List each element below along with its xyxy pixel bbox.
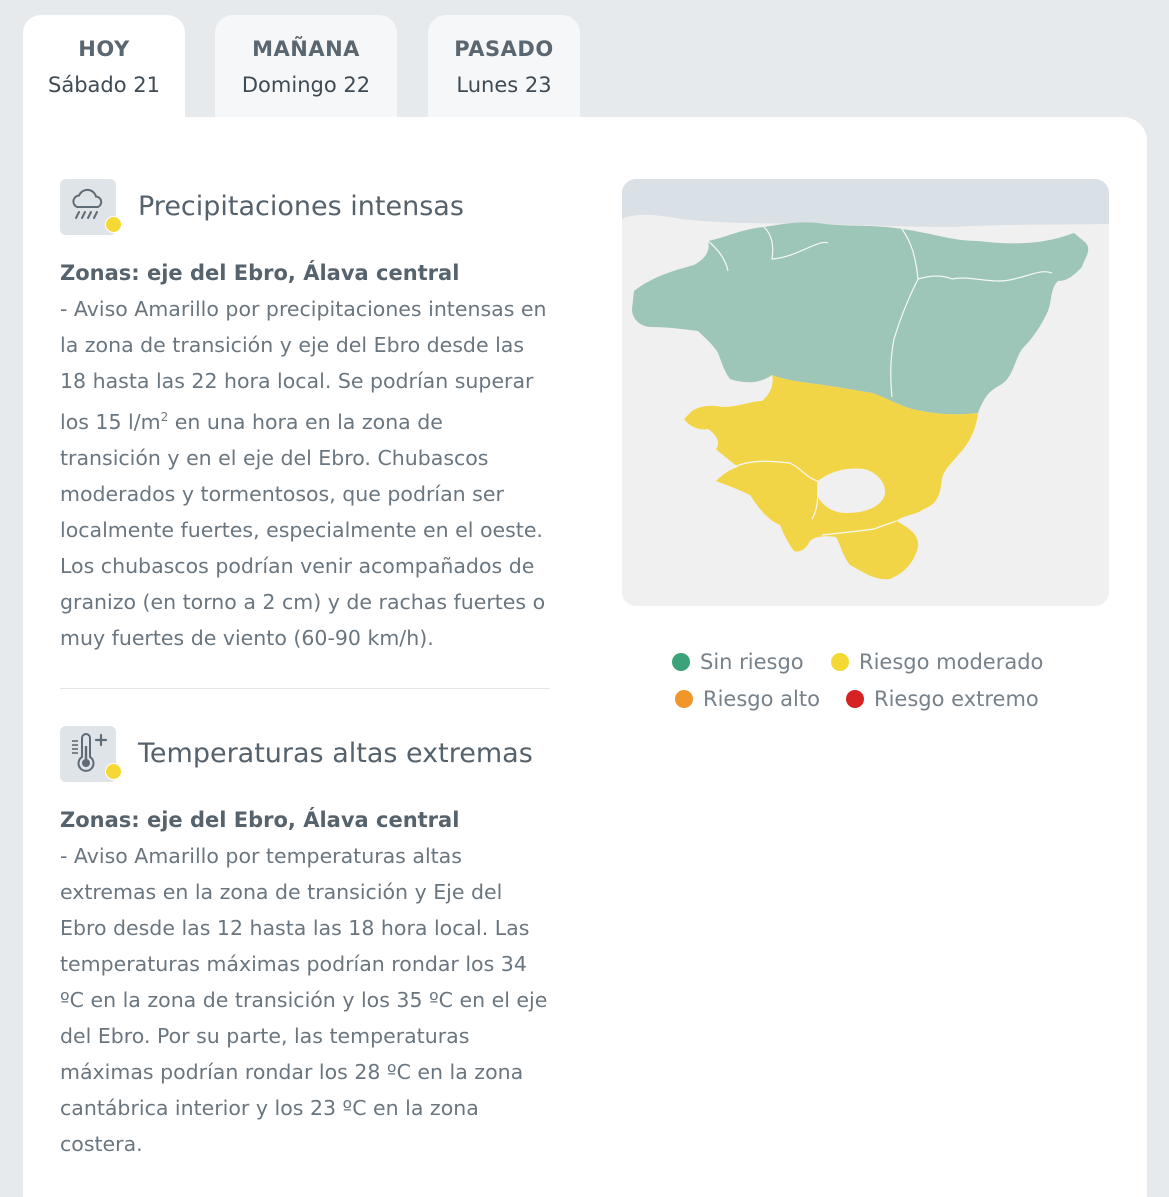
tab-hoy[interactable]: HOY Sábado 21 bbox=[23, 15, 185, 118]
warning-description-part-2: en una hora en la zona de transición y e… bbox=[60, 409, 546, 650]
legend-label: Riesgo moderado bbox=[859, 650, 1044, 674]
warning-zones: Zonas: eje del Ebro, Álava central bbox=[60, 261, 460, 285]
warning-high-temperature: Temperaturas altas extremas Zonas: eje d… bbox=[60, 726, 550, 1162]
legend-dot-moderate-risk bbox=[831, 653, 849, 671]
warning-zones: Zonas: eje del Ebro, Álava central bbox=[60, 808, 460, 832]
warning-description: - Aviso Amarillo por temperaturas altas … bbox=[60, 844, 548, 1156]
warning-precipitation: Precipitaciones intensas Zonas: eje del … bbox=[60, 179, 550, 656]
legend-item-extreme-risk[interactable]: Riesgo extremo bbox=[846, 687, 1039, 711]
tab-pasado[interactable]: PASADO Lunes 23 bbox=[428, 15, 580, 118]
legend-label: Riesgo extremo bbox=[874, 687, 1039, 711]
legend-item-high-risk[interactable]: Riesgo alto bbox=[675, 687, 820, 711]
tab-manana[interactable]: MAÑANA Domingo 22 bbox=[215, 15, 397, 118]
legend-item-no-risk[interactable]: Sin riesgo bbox=[672, 650, 804, 674]
legend-dot-extreme-risk bbox=[846, 690, 864, 708]
warning-header: Precipitaciones intensas bbox=[60, 179, 550, 239]
warnings-panel: Precipitaciones intensas Zonas: eje del … bbox=[23, 117, 1147, 1197]
warning-header: Temperaturas altas extremas bbox=[60, 726, 550, 786]
tab-pasado-date: Lunes 23 bbox=[456, 73, 552, 97]
legend-item-moderate-risk[interactable]: Riesgo moderado bbox=[831, 650, 1043, 674]
tab-manana-date: Domingo 22 bbox=[241, 73, 371, 97]
warning-title: Precipitaciones intensas bbox=[138, 191, 464, 222]
warning-title: Temperaturas altas extremas bbox=[138, 738, 533, 769]
warning-level-dot bbox=[105, 216, 122, 233]
warning-level-dot bbox=[105, 763, 122, 780]
tab-hoy-date: Sábado 21 bbox=[48, 73, 160, 97]
warning-description: - Aviso Amarillo por precipitaciones int… bbox=[60, 291, 550, 656]
risk-map[interactable] bbox=[622, 179, 1109, 606]
legend-label: Riesgo alto bbox=[703, 687, 820, 711]
legend-dot-no-risk bbox=[672, 653, 690, 671]
tab-hoy-title: HOY bbox=[78, 37, 130, 61]
tab-manana-title: MAÑANA bbox=[252, 37, 360, 61]
sea-area bbox=[622, 179, 1109, 227]
region-no-risk bbox=[632, 222, 1089, 415]
section-divider bbox=[60, 688, 550, 689]
enclave-no-risk bbox=[818, 468, 886, 513]
legend-label: Sin riesgo bbox=[700, 650, 804, 674]
legend-dot-high-risk bbox=[675, 690, 693, 708]
tab-pasado-title: PASADO bbox=[454, 37, 554, 61]
